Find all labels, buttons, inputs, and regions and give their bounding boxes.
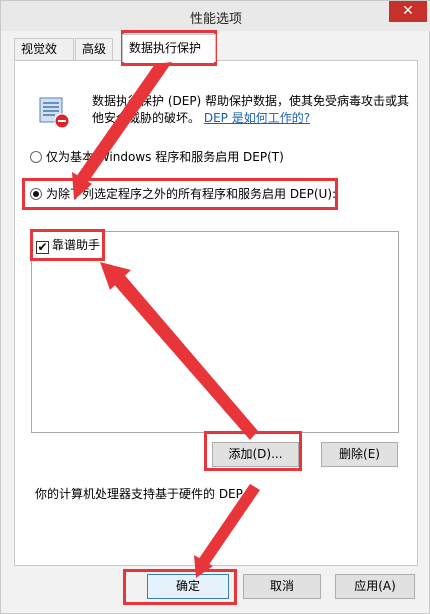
option-essential-only[interactable]: 仅为基本 Windows 程序和服务启用 DEP(T) [30, 148, 284, 166]
list-item[interactable]: ✔ 靠谱助手 [36, 236, 100, 254]
option-essential-only-label: 仅为基本 Windows 程序和服务启用 DEP(T) [46, 150, 284, 164]
close-button[interactable]: ✕ [389, 1, 427, 22]
ok-button[interactable]: 确定 [147, 574, 229, 599]
tab-advanced[interactable]: 高级 [75, 38, 113, 61]
dep-shield-icon [39, 97, 70, 129]
radio-all-except-selected[interactable] [30, 188, 42, 200]
add-button[interactable]: 添加(D)... [212, 442, 299, 467]
hardware-dep-note: 你的计算机处理器支持基于硬件的 DEP。 [35, 487, 255, 501]
window-title: 性能选项 [189, 12, 242, 27]
title-bar: 性能选项 ✕ [1, 1, 430, 31]
performance-options-dialog: 性能选项 ✕ 视觉效果 高级 数据执行保护 数据执行保护 (DEP) 帮助保护数… [0, 0, 430, 614]
dep-description: 数据执行保护 (DEP) 帮助保护数据，使其免受病毒攻击或其他安全威胁的破坏。 … [92, 93, 414, 127]
dep-panel: 数据执行保护 (DEP) 帮助保护数据，使其免受病毒攻击或其他安全威胁的破坏。 … [14, 60, 418, 566]
option-all-except-selected[interactable]: 为除下列选定程序之外的所有程序和服务启用 DEP(U): [30, 185, 336, 203]
exception-checkbox[interactable]: ✔ [36, 241, 49, 254]
dep-help-link[interactable]: DEP 是如何工作的? [204, 111, 310, 125]
radio-essential-only[interactable] [30, 151, 42, 163]
remove-button[interactable]: 删除(E) [321, 442, 398, 467]
exception-item-label: 靠谱助手 [52, 238, 101, 252]
cancel-button[interactable]: 取消 [243, 574, 321, 599]
tab-visual-effects[interactable]: 视觉效果 [14, 38, 74, 77]
exception-list[interactable]: ✔ 靠谱助手 [31, 231, 399, 433]
option-all-except-selected-label: 为除下列选定程序之外的所有程序和服务启用 DEP(U): [46, 187, 337, 201]
tab-data-execution-prevention[interactable]: 数据执行保护 [122, 34, 216, 62]
apply-button[interactable]: 应用(A) [335, 574, 415, 599]
